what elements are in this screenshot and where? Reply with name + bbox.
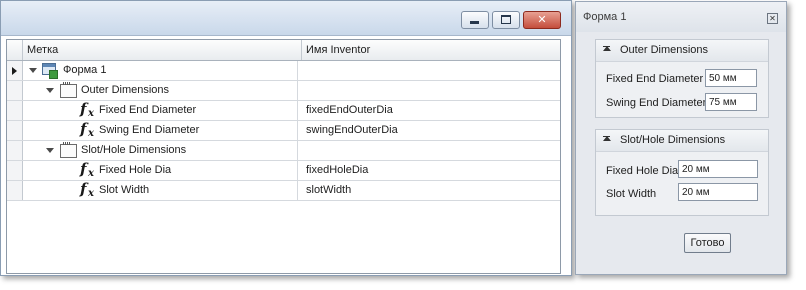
collapse-arrow-icon[interactable] bbox=[29, 68, 37, 73]
tree-row-group[interactable]: Slot/Hole Dimensions bbox=[7, 141, 560, 161]
label-cell: fx Fixed Hole Dia bbox=[23, 160, 298, 180]
panel-title: Slot/Hole Dimensions bbox=[620, 134, 726, 146]
row-label: Slot Width bbox=[99, 184, 150, 196]
inventor-name-cell bbox=[302, 81, 556, 100]
slot-width-input[interactable]: 20 мм bbox=[678, 183, 758, 201]
label-cell: fx Swing End Diameter bbox=[23, 120, 298, 140]
preview-title-bar: Форма 1 ✕ bbox=[576, 2, 786, 32]
tree-row-form[interactable]: Форма 1 bbox=[7, 61, 560, 81]
row-label: Slot/Hole Dimensions bbox=[81, 144, 187, 156]
group-icon bbox=[60, 142, 77, 158]
tree-grid: Метка Имя Inventor Форма 1 Outer Dimensi… bbox=[6, 39, 561, 274]
row-selector[interactable] bbox=[7, 141, 23, 160]
fx-icon: fx bbox=[80, 180, 94, 199]
inventor-name-cell bbox=[302, 61, 556, 80]
row-selector[interactable] bbox=[7, 101, 23, 120]
maximize-icon bbox=[501, 15, 511, 24]
row-selector[interactable] bbox=[7, 161, 23, 180]
maximize-button[interactable] bbox=[492, 11, 520, 29]
inventor-name-cell: swingEndOuterDia bbox=[306, 124, 398, 136]
inventor-name-cell: slotWidth bbox=[306, 184, 352, 196]
fx-icon: fx bbox=[80, 100, 94, 119]
grid-header: Метка Имя Inventor bbox=[7, 40, 560, 61]
fixed-hole-dia-label: Fixed Hole Dia bbox=[606, 165, 679, 177]
swing-end-diameter-label: Swing End Diameter bbox=[606, 97, 707, 109]
label-cell: Форма 1 bbox=[23, 61, 298, 80]
collapse-chevron-icon[interactable] bbox=[603, 46, 611, 51]
form-preview-window: Форма 1 ✕ Outer Dimensions Fixed End Dia… bbox=[575, 1, 787, 275]
column-header-label[interactable]: Метка bbox=[23, 40, 302, 60]
fixed-end-diameter-input[interactable]: 50 мм bbox=[705, 69, 757, 87]
row-label: Форма 1 bbox=[63, 64, 107, 76]
minimize-button[interactable] bbox=[461, 11, 489, 29]
label-cell: fx Slot Width bbox=[23, 180, 298, 200]
slot-width-label: Slot Width bbox=[606, 188, 657, 200]
header-selector-cell bbox=[7, 40, 23, 60]
group-icon bbox=[60, 82, 77, 98]
editor-title-bar: ✕ bbox=[1, 1, 571, 36]
row-label: Swing End Diameter bbox=[99, 124, 200, 136]
outer-dimensions-header[interactable]: Outer Dimensions bbox=[596, 40, 768, 62]
window-controls: ✕ bbox=[458, 11, 561, 29]
collapse-arrow-icon[interactable] bbox=[46, 88, 54, 93]
row-selector[interactable] bbox=[7, 181, 23, 200]
slot-hole-dimensions-header[interactable]: Slot/Hole Dimensions bbox=[596, 130, 768, 152]
preview-close-icon[interactable]: ✕ bbox=[767, 13, 778, 24]
tree-row-parameter[interactable]: fx Fixed End Diameter fixedEndOuterDia bbox=[7, 100, 560, 121]
tree-row-parameter[interactable]: fx Fixed Hole Dia fixedHoleDia bbox=[7, 160, 560, 181]
row-label: Fixed Hole Dia bbox=[99, 164, 172, 176]
column-header-inventor-name[interactable]: Имя Inventor bbox=[302, 40, 556, 60]
label-cell: Slot/Hole Dimensions bbox=[23, 141, 298, 160]
swing-end-diameter-input[interactable]: 75 мм bbox=[705, 93, 757, 111]
fx-icon: fx bbox=[80, 120, 94, 139]
row-selector[interactable] bbox=[7, 121, 23, 140]
row-label: Fixed End Diameter bbox=[99, 104, 197, 116]
collapse-chevron-icon[interactable] bbox=[603, 136, 611, 141]
close-button[interactable]: ✕ bbox=[523, 11, 561, 29]
close-icon: ✕ bbox=[537, 13, 547, 26]
current-row-arrow-icon bbox=[12, 67, 17, 75]
collapse-arrow-icon[interactable] bbox=[46, 148, 54, 153]
fixed-end-diameter-label: Fixed End Diameter bbox=[606, 73, 704, 85]
outer-dimensions-panel: Outer Dimensions Fixed End Diameter 50 м… bbox=[595, 39, 769, 118]
panel-title: Outer Dimensions bbox=[620, 44, 709, 56]
row-selector[interactable] bbox=[7, 81, 23, 100]
form-icon bbox=[42, 63, 58, 79]
row-selector[interactable] bbox=[7, 61, 23, 80]
label-cell: fx Fixed End Diameter bbox=[23, 100, 298, 120]
tree-row-parameter[interactable]: fx Slot Width slotWidth bbox=[7, 180, 560, 201]
done-button[interactable]: Готово bbox=[684, 233, 731, 253]
form-editor-window: ✕ Метка Имя Inventor Форма 1 Outer Dimen… bbox=[0, 0, 572, 276]
inventor-name-cell: fixedEndOuterDia bbox=[306, 104, 393, 116]
minimize-icon bbox=[470, 21, 479, 24]
tree-row-parameter[interactable]: fx Swing End Diameter swingEndOuterDia bbox=[7, 120, 560, 141]
tree-row-group[interactable]: Outer Dimensions bbox=[7, 81, 560, 101]
fixed-hole-dia-input[interactable]: 20 мм bbox=[678, 160, 758, 178]
row-label: Outer Dimensions bbox=[81, 84, 170, 96]
fx-icon: fx bbox=[80, 160, 94, 179]
inventor-name-cell bbox=[302, 141, 556, 160]
label-cell: Outer Dimensions bbox=[23, 81, 298, 100]
preview-title: Форма 1 bbox=[583, 11, 627, 23]
inventor-name-cell: fixedHoleDia bbox=[306, 164, 369, 176]
slot-hole-dimensions-panel: Slot/Hole Dimensions Fixed Hole Dia 20 м… bbox=[595, 129, 769, 216]
